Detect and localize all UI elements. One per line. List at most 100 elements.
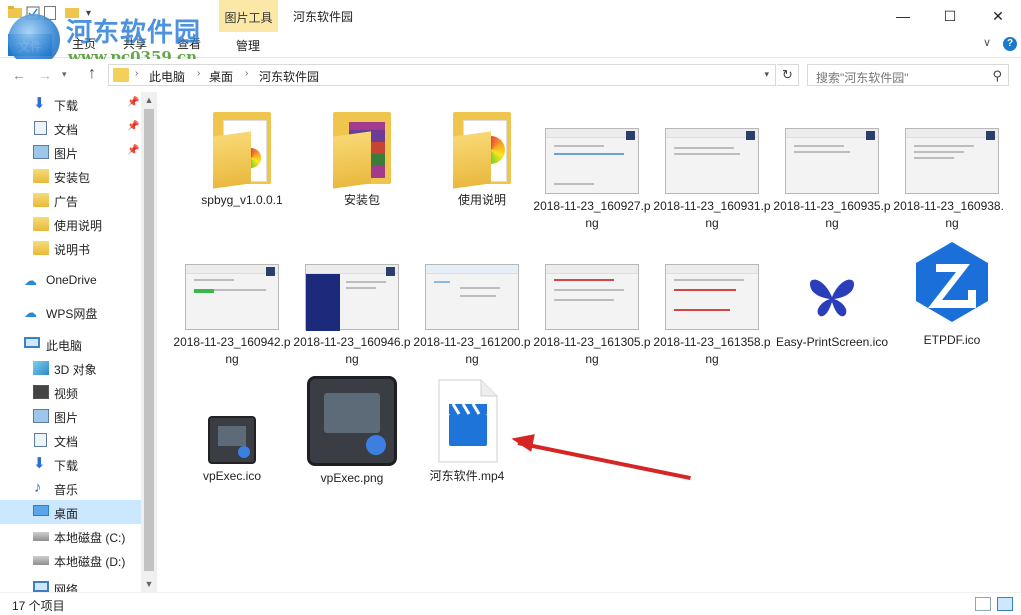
image-thumbnail — [545, 128, 639, 194]
breadcrumb-this-pc[interactable]: 此电脑 — [149, 68, 185, 85]
sidebar-item-label: 下载 — [54, 459, 79, 473]
file-name: 2018-11-23_160942.png — [173, 335, 291, 366]
file-item[interactable]: spbyg_v1.0.0.1 — [183, 108, 301, 209]
file-item[interactable]: ETPDF.ico — [893, 236, 1011, 349]
sidebar-item-wps-drive[interactable]: ☁ WPS网盘 — [0, 300, 141, 324]
folder-icon — [207, 108, 277, 189]
file-item[interactable]: 2018-11-23_160942.png — [173, 264, 291, 368]
sidebar-item-onedrive[interactable]: ☁ OneDrive — [0, 268, 141, 292]
file-item[interactable]: 2018-11-23_161200.png — [413, 264, 531, 368]
pin-icon[interactable]: 📌 — [127, 121, 139, 132]
file-item[interactable]: 2018-11-23_160946.png — [293, 264, 411, 368]
breadcrumb-separator[interactable]: › — [197, 68, 200, 79]
breadcrumb-desktop[interactable]: 桌面 — [209, 68, 233, 85]
image-thumbnail — [545, 264, 639, 330]
sidebar-item-documents[interactable]: 文档 — [0, 428, 141, 452]
computer-icon — [24, 337, 40, 348]
file-item[interactable]: Easy-PrintScreen.ico — [773, 264, 891, 351]
up-arrow-icon[interactable]: ↑ — [88, 65, 96, 83]
folder-icon — [327, 108, 397, 189]
file-name: spbyg_v1.0.0.1 — [201, 193, 283, 207]
file-item[interactable]: vpExec.png — [293, 376, 411, 487]
maximize-button[interactable]: ☐ — [927, 0, 973, 32]
navigation-pane: ⬇ 下载 📌 文档 📌 图片 📌 安装包 广告 使用说明 说明书 ☁ OneDr… — [0, 92, 157, 592]
vpexec-icon — [208, 416, 256, 464]
file-view-scrollbar[interactable] — [1004, 92, 1021, 592]
file-name: 2018-11-23_160935.png — [773, 199, 891, 230]
help-icon[interactable]: ? — [1003, 37, 1017, 51]
file-name: 2018-11-23_160946.png — [293, 335, 411, 366]
sidebar-item-label: 广告 — [54, 195, 79, 209]
file-name: 2018-11-23_160927.png — [533, 199, 651, 230]
item-count: 17 个项目 — [12, 599, 65, 613]
refresh-button[interactable]: ↻ — [777, 64, 799, 86]
sidebar-item-desktop[interactable]: 桌面 — [0, 500, 141, 524]
folder-icon — [33, 217, 49, 231]
forward-arrow-icon[interactable]: → — [38, 67, 52, 83]
sidebar-item-videos[interactable]: 视频 — [0, 380, 141, 404]
sidebar-item-label: 视频 — [54, 387, 79, 401]
search-placeholder[interactable]: 搜索"河东软件园" — [816, 69, 909, 86]
navigation-bar: ← → ▾ ↑ › 此电脑 › 桌面 › 河东软件园 ▾ ↻ 搜索"河东软件园"… — [0, 59, 1021, 91]
butterfly-icon — [797, 264, 867, 330]
sidebar-item-ads-folder[interactable]: 广告 — [0, 188, 141, 212]
sidebar-item-manual-folder[interactable]: 说明书 — [0, 236, 141, 260]
sidebar-item-this-pc[interactable]: 此电脑 — [0, 332, 141, 356]
download-icon: ⬇ — [33, 455, 46, 472]
back-arrow-icon[interactable]: ← — [12, 67, 26, 83]
sidebar-item-documents-pinned[interactable]: 文档 📌 — [0, 116, 141, 140]
sidebar-item-pictures-pinned[interactable]: 图片 📌 — [0, 140, 141, 164]
search-icon[interactable]: ⚲ — [992, 68, 1002, 84]
sidebar-item-3d-objects[interactable]: 3D 对象 — [0, 356, 141, 380]
breadcrumb-current-folder[interactable]: 河东软件园 — [259, 68, 319, 85]
file-item[interactable]: 使用说明 — [423, 108, 541, 209]
tab-manage[interactable]: 管理 — [236, 37, 260, 57]
address-dropdown-icon[interactable]: ▾ — [764, 69, 769, 80]
breadcrumb-separator[interactable]: › — [245, 68, 248, 79]
file-item[interactable]: 2018-11-23_161358.png — [653, 264, 771, 368]
sidebar-item-installer-folder[interactable]: 安装包 — [0, 164, 141, 188]
address-folder-icon — [113, 68, 129, 82]
file-name: vpExec.png — [320, 471, 384, 485]
sidebar-item-downloads-pinned[interactable]: ⬇ 下载 📌 — [0, 92, 141, 116]
large-icons-view-icon[interactable] — [997, 597, 1013, 611]
file-item[interactable]: 河东软件.mp4 — [408, 378, 526, 485]
pin-icon[interactable]: 📌 — [127, 97, 139, 108]
recent-locations-chevron-icon[interactable]: ▾ — [62, 69, 67, 80]
folder-icon — [33, 169, 49, 183]
file-item[interactable]: 2018-11-23_161305.png — [533, 264, 651, 368]
search-box[interactable]: 搜索"河东软件园" ⚲ — [807, 64, 1009, 86]
sidebar-item-music[interactable]: ♪ 音乐 — [0, 476, 141, 500]
image-thumbnail — [665, 264, 759, 330]
file-item[interactable]: 2018-11-23_160938.png — [893, 128, 1011, 232]
sidebar-item-downloads[interactable]: ⬇ 下载 — [0, 452, 141, 476]
file-item[interactable]: vpExec.ico — [173, 412, 291, 485]
sidebar-item-instructions-folder[interactable]: 使用说明 — [0, 212, 141, 236]
image-thumbnail — [185, 264, 279, 330]
sidebar-scrollbar[interactable]: ▲ ▼ — [141, 92, 157, 592]
details-view-icon[interactable] — [975, 597, 991, 611]
file-name: 安装包 — [343, 193, 380, 207]
ribbon-expand-icon[interactable]: ∨ — [983, 36, 991, 49]
image-thumbnail — [305, 264, 399, 331]
pin-icon[interactable]: 📌 — [127, 145, 139, 156]
file-item[interactable]: 2018-11-23_160927.png — [533, 128, 651, 232]
file-item[interactable]: 安装包 — [303, 108, 421, 209]
scroll-up-icon[interactable]: ▲ — [141, 92, 157, 108]
sidebar-scroll-thumb[interactable] — [144, 109, 154, 571]
file-item[interactable]: 2018-11-23_160935.png — [773, 128, 891, 232]
address-bar[interactable]: › 此电脑 › 桌面 › 河东软件园 ▾ — [108, 64, 776, 86]
file-name: 使用说明 — [457, 193, 506, 207]
scroll-down-icon[interactable]: ▼ — [141, 576, 157, 592]
breadcrumb-separator[interactable]: › — [135, 68, 138, 79]
image-thumbnail — [665, 128, 759, 194]
minimize-button[interactable]: — — [880, 0, 926, 32]
sidebar-item-drive-c[interactable]: 本地磁盘 (C:) — [0, 524, 141, 548]
close-button[interactable]: ✕ — [975, 0, 1021, 32]
sidebar-item-network[interactable]: 网络 — [0, 576, 141, 592]
sidebar-item-drive-d[interactable]: 本地磁盘 (D:) — [0, 548, 141, 572]
file-name: vpExec.ico — [202, 469, 262, 483]
sidebar-item-label: 文档 — [54, 435, 79, 449]
file-item[interactable]: 2018-11-23_160931.png — [653, 128, 771, 232]
sidebar-item-pictures[interactable]: 图片 — [0, 404, 141, 428]
